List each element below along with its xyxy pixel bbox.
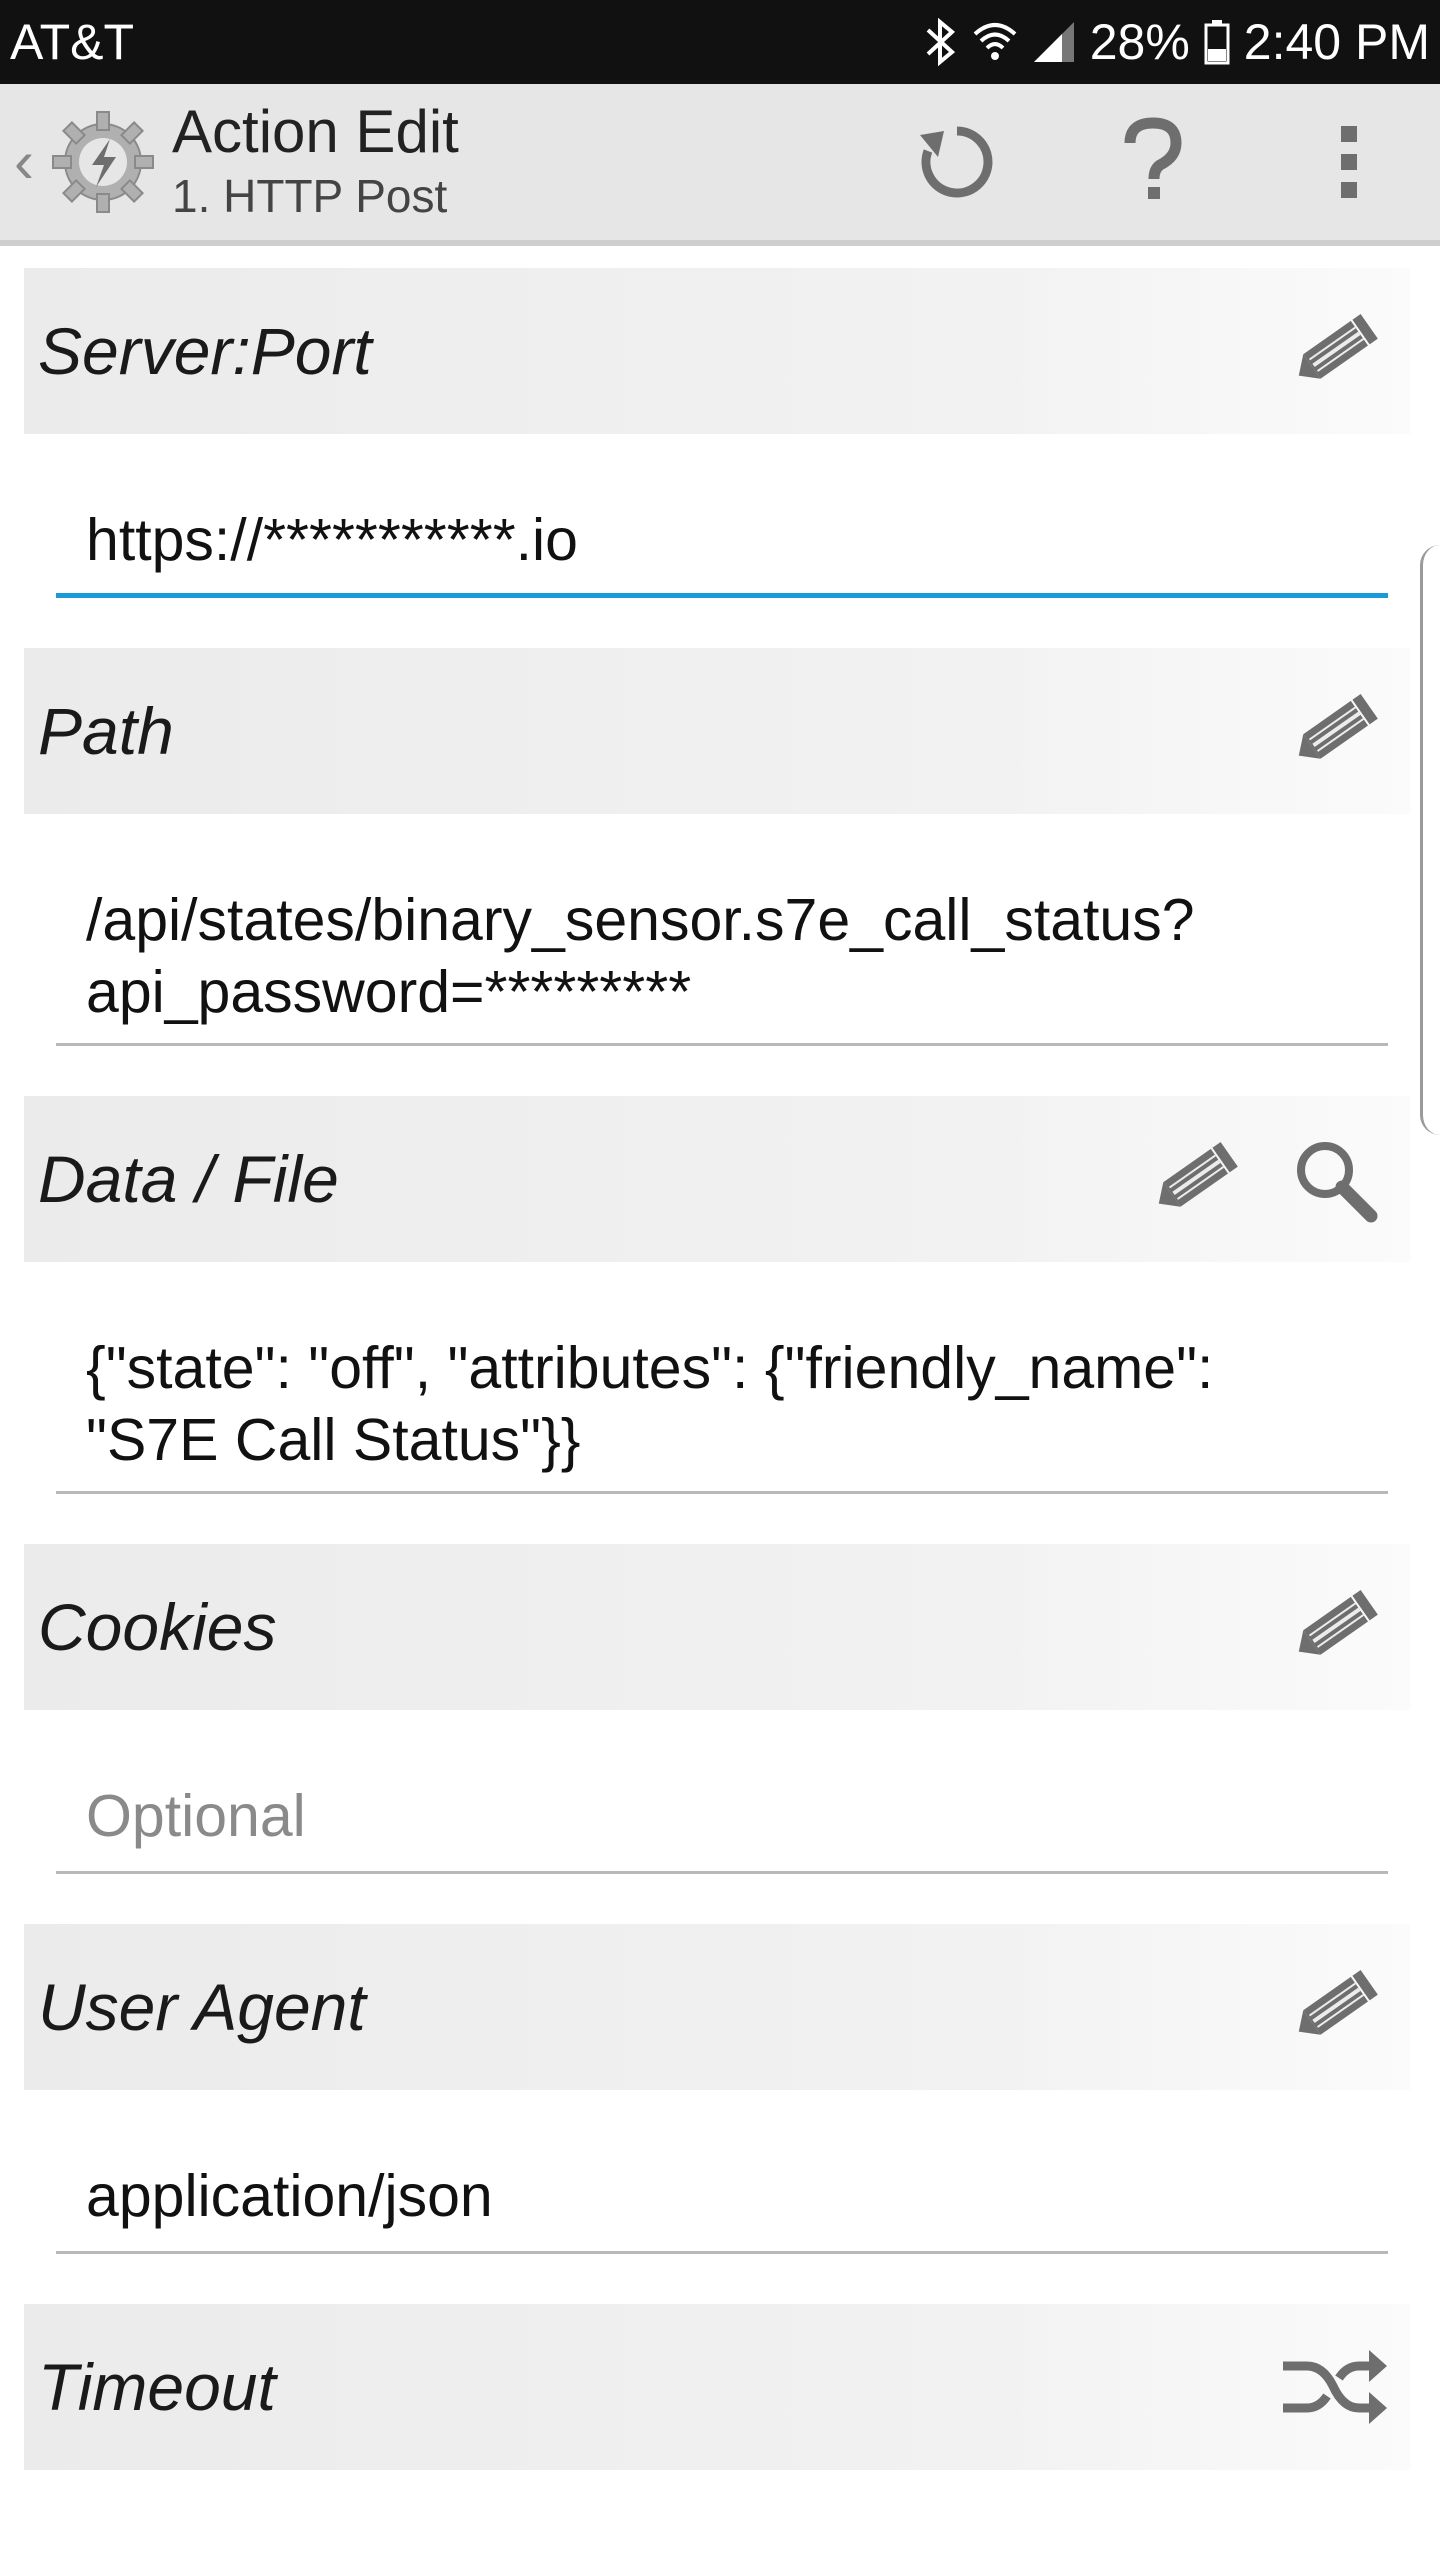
- field-underline: [56, 1043, 1388, 1046]
- page-title: Action Edit: [172, 98, 459, 166]
- bluetooth-icon: [924, 18, 958, 66]
- section-header-timeout: Timeout: [24, 2304, 1410, 2470]
- pencil-icon[interactable]: [1274, 671, 1394, 791]
- signal-icon: [1032, 20, 1076, 64]
- user-agent-value[interactable]: application/json: [86, 2160, 1358, 2232]
- section-header-path: Path: [24, 648, 1410, 814]
- help-icon[interactable]: [1078, 87, 1228, 237]
- battery-percent: 28%: [1089, 14, 1190, 70]
- section-title-cookies: Cookies: [38, 1590, 277, 1664]
- server-port-field[interactable]: https://***********.io: [56, 434, 1388, 598]
- back-chevron-icon[interactable]: ‹: [14, 132, 44, 192]
- battery-icon: [1204, 19, 1230, 65]
- section-header-data-file: Data / File: [24, 1096, 1410, 1262]
- server-port-value[interactable]: https://***********.io: [86, 504, 1358, 576]
- overflow-menu-icon[interactable]: [1274, 87, 1424, 237]
- cookies-placeholder[interactable]: Optional: [86, 1780, 1358, 1852]
- action-edit-form: Server:Port https://***********.io Path: [0, 252, 1440, 2470]
- app-logo-icon[interactable]: [48, 107, 158, 217]
- shuffle-icon[interactable]: [1274, 2327, 1394, 2447]
- section-title-server-port: Server:Port: [38, 314, 372, 388]
- path-value[interactable]: /api/states/binary_sensor.s7e_call_statu…: [86, 884, 1358, 1028]
- reset-icon[interactable]: [882, 87, 1032, 237]
- pencil-icon[interactable]: [1274, 291, 1394, 411]
- data-file-field[interactable]: {"state": "off", "attributes": {"friendl…: [56, 1262, 1388, 1494]
- section-title-data-file: Data / File: [38, 1142, 339, 1216]
- search-icon[interactable]: [1274, 1119, 1394, 1239]
- wifi-icon: [972, 20, 1018, 64]
- status-icons: 28% 2:40 PM: [924, 13, 1430, 71]
- section-title-user-agent: User Agent: [38, 1970, 366, 2044]
- path-field[interactable]: /api/states/binary_sensor.s7e_call_statu…: [56, 814, 1388, 1046]
- section-title-timeout: Timeout: [38, 2350, 276, 2424]
- field-underline: [56, 1491, 1388, 1494]
- section-header-user-agent: User Agent: [24, 1924, 1410, 2090]
- section-header-server-port: Server:Port: [24, 268, 1410, 434]
- pencil-icon[interactable]: [1134, 1119, 1254, 1239]
- scroll-edge-indicator: [1420, 545, 1440, 1135]
- field-underline: [56, 1871, 1388, 1874]
- action-bar-titles: Action Edit 1. HTTP Post: [172, 99, 882, 224]
- field-underline: [56, 2251, 1388, 2254]
- pencil-icon[interactable]: [1274, 1947, 1394, 2067]
- clock: 2:40 PM: [1243, 14, 1430, 70]
- user-agent-field[interactable]: application/json: [56, 2090, 1388, 2254]
- section-header-cookies: Cookies: [24, 1544, 1410, 1710]
- carrier-label: AT&T: [10, 14, 135, 70]
- cookies-field[interactable]: Optional: [56, 1710, 1388, 1874]
- page-subtitle: 1. HTTP Post: [172, 170, 448, 223]
- section-title-path: Path: [38, 694, 174, 768]
- action-bar: ‹ Action Edit 1. HTTP Post: [0, 84, 1440, 246]
- pencil-icon[interactable]: [1274, 1567, 1394, 1687]
- field-underline-active: [56, 593, 1388, 598]
- data-file-value[interactable]: {"state": "off", "attributes": {"friendl…: [86, 1332, 1358, 1476]
- status-bar: AT&T 28% 2:40 PM: [0, 0, 1440, 84]
